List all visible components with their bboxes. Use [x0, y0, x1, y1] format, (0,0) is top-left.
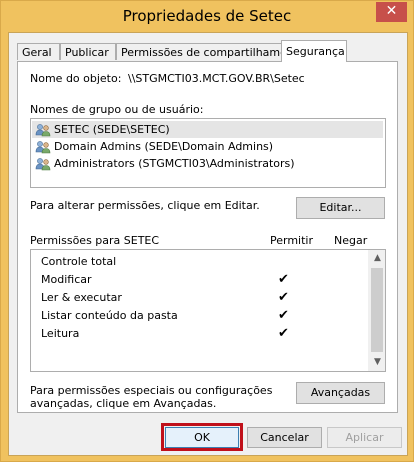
permissions-list[interactable]: Controle total Modificar ✔ Ler & executa… — [30, 249, 386, 372]
title-bar[interactable]: Propriedades de Setec ✕ — [1, 1, 413, 33]
user-name: Administrators (STGMCTI03\Administrators… — [54, 157, 295, 170]
object-name-value: \\STGMCTI03.MCT.GOV.BR\Setec — [128, 72, 305, 85]
permissions-header: Permissões para SETEC — [30, 234, 160, 247]
allow-check-icon: ✔ — [278, 326, 289, 341]
deny-column-header: Negar — [334, 234, 368, 247]
special-hint-line1: Para permissões especiais ou configuraçõ… — [30, 384, 273, 397]
user-name: Domain Admins (SEDE\Domain Admins) — [54, 140, 274, 153]
scroll-thumb[interactable] — [371, 268, 383, 352]
close-button[interactable]: ✕ — [376, 2, 407, 22]
allow-check-icon: ✔ — [278, 272, 289, 287]
ok-button[interactable]: OK — [165, 427, 239, 448]
edit-hint: Para alterar permissões, clique em Edita… — [30, 199, 260, 212]
tab-publicar[interactable]: Publicar — [60, 43, 116, 60]
allow-check-icon: ✔ — [278, 290, 289, 305]
allow-check-icon: ✔ — [278, 308, 289, 323]
permission-name: Leitura — [41, 327, 80, 340]
permissions-scrollbar[interactable]: ▲ ▼ — [368, 250, 385, 371]
cancel-button[interactable]: Cancelar — [247, 427, 322, 448]
security-panel: Nome do objeto: \\STGMCTI03.MCT.GOV.BR\S… — [17, 61, 398, 413]
edit-button[interactable]: Editar... — [296, 197, 385, 219]
user-row-setec[interactable]: SETEC (SEDE\SETEC) — [32, 121, 383, 138]
permission-name: Ler & executar — [41, 291, 122, 304]
advanced-button[interactable]: Avançadas — [296, 382, 385, 404]
properties-window: Propriedades de Setec ✕ Geral Publicar P… — [0, 0, 414, 462]
tab-permissoes-compartilhamento[interactable]: Permissões de compartilhamento — [116, 43, 305, 60]
dialog-client: Geral Publicar Permissões de compartilha… — [8, 32, 408, 456]
permission-row: Leitura ✔ — [31, 325, 370, 343]
groups-label: Nomes de grupo ou de usuário: — [30, 103, 204, 116]
permission-name: Controle total — [41, 255, 117, 268]
scroll-down-icon[interactable]: ▼ — [369, 354, 386, 371]
user-row-domain-admins[interactable]: Domain Admins (SEDE\Domain Admins) — [32, 138, 383, 155]
tab-label: Permissões de compartilhamento — [121, 46, 305, 59]
tab-label: Publicar — [65, 46, 109, 59]
permission-row: Modificar ✔ — [31, 271, 370, 289]
users-group-icon — [35, 140, 51, 154]
users-group-icon — [35, 123, 51, 137]
permission-name: Listar conteúdo da pasta — [41, 309, 178, 322]
object-name-label: Nome do objeto: — [30, 72, 122, 85]
permission-name: Modificar — [41, 273, 92, 286]
tab-label: Geral — [22, 46, 52, 59]
scroll-up-icon[interactable]: ▲ — [369, 250, 386, 267]
users-group-icon — [35, 157, 51, 171]
tab-geral[interactable]: Geral — [17, 43, 60, 60]
user-name: SETEC (SEDE\SETEC) — [54, 123, 170, 136]
special-hint-line2: avançadas, clique em Avançadas. — [30, 397, 217, 410]
apply-button[interactable]: Aplicar — [327, 427, 402, 448]
permission-row: Controle total — [31, 253, 370, 271]
allow-column-header: Permitir — [270, 234, 314, 247]
tab-seguranca[interactable]: Segurança — [281, 40, 347, 62]
user-row-administrators[interactable]: Administrators (STGMCTI03\Administrators… — [32, 155, 383, 172]
close-icon: ✕ — [385, 3, 398, 19]
window-title: Propriedades de Setec — [122, 7, 292, 25]
permission-row: Listar conteúdo da pasta ✔ — [31, 307, 370, 325]
permission-row: Ler & executar ✔ — [31, 289, 370, 307]
users-list[interactable]: SETEC (SEDE\SETEC) Domain Admins (SEDE\D… — [30, 118, 386, 188]
tab-label: Segurança — [286, 45, 345, 58]
